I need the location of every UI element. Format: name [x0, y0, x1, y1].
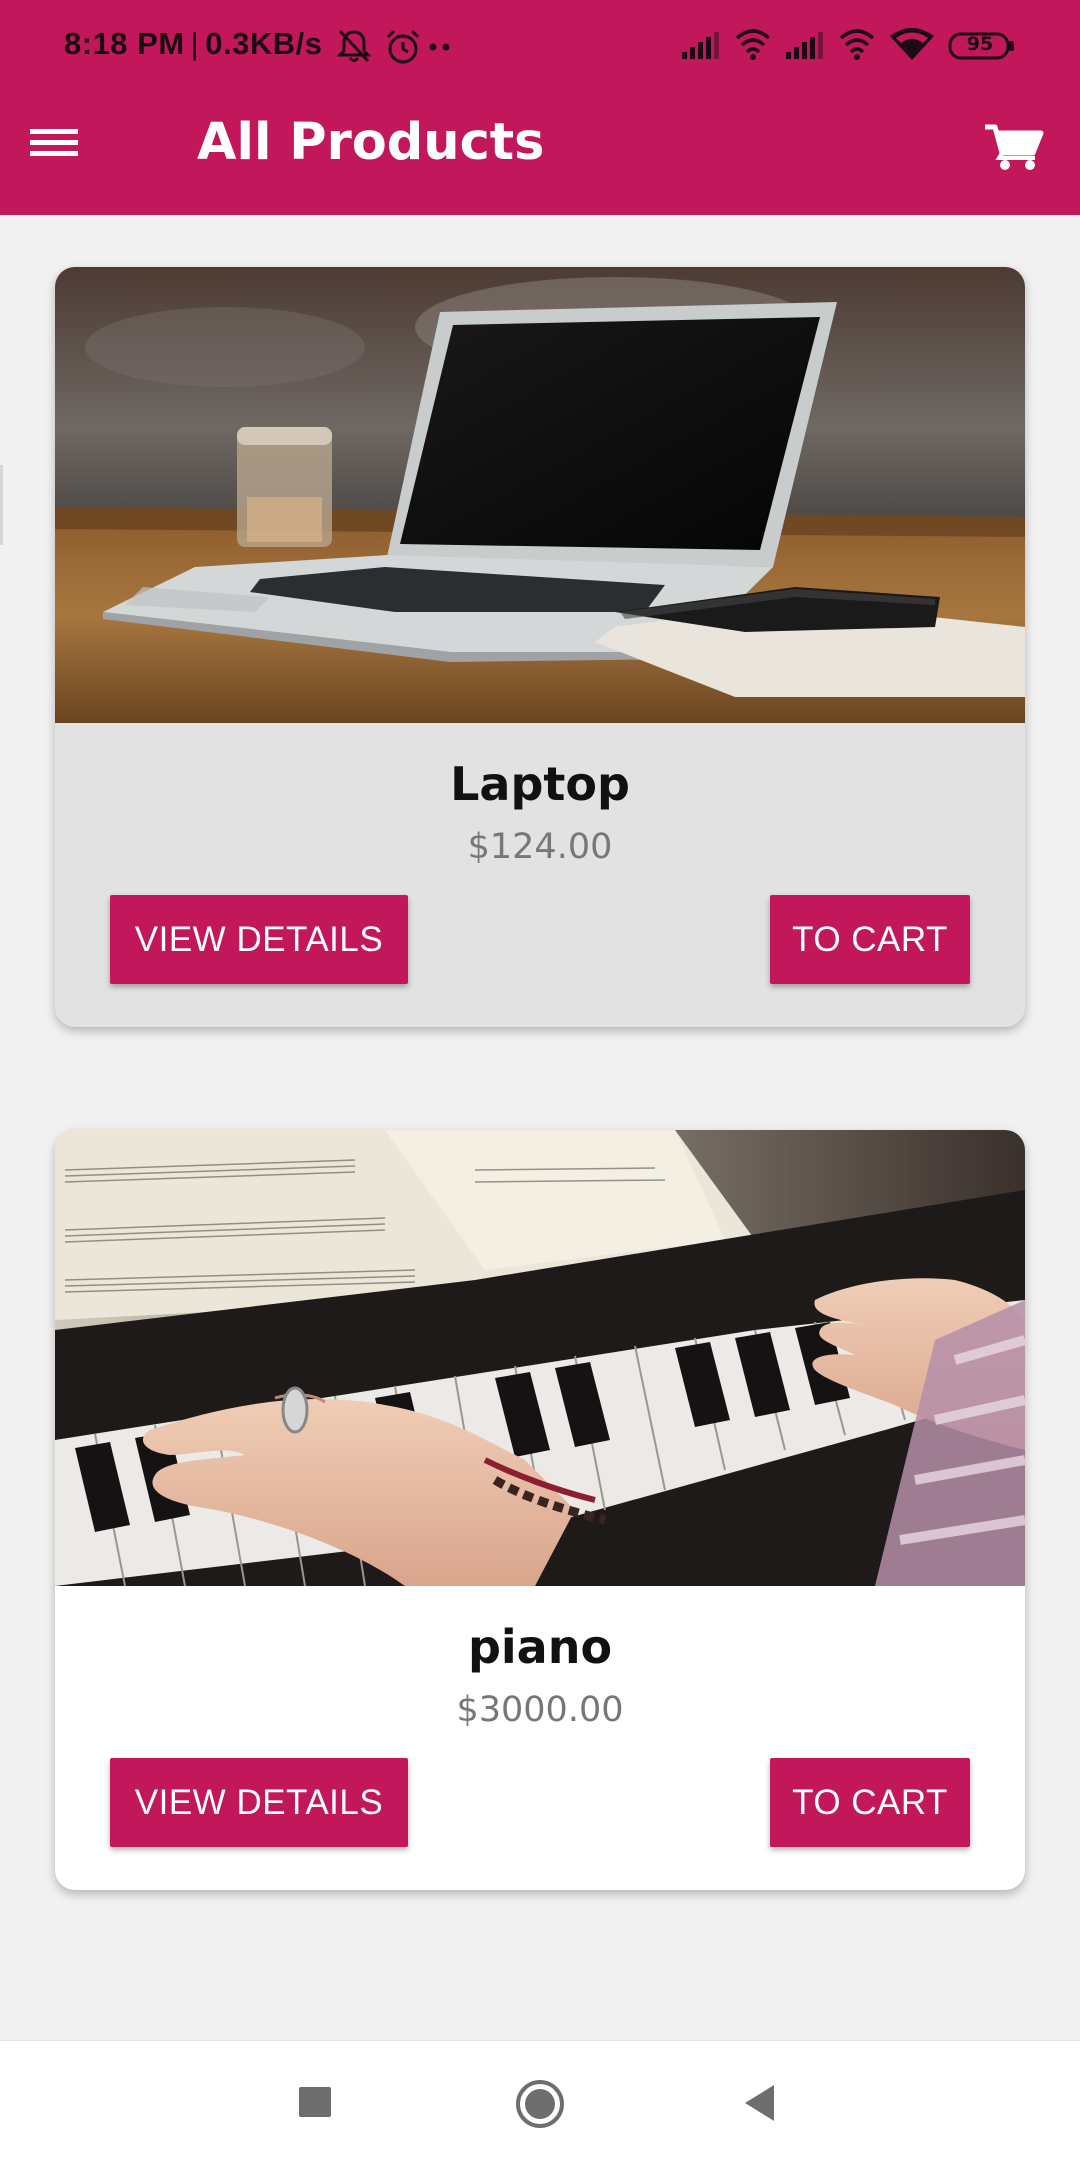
- cart-button[interactable]: [975, 115, 1050, 175]
- product-price: $3000.00: [456, 1690, 624, 1730]
- battery-level: 95: [966, 33, 994, 55]
- signal-icon: [682, 32, 719, 59]
- edge-handle: [0, 465, 3, 545]
- wifi-calling-icon: [839, 29, 875, 60]
- product-card[interactable]: Laptop $124.00 VIEW DETAILS TO CART: [55, 267, 1025, 1027]
- status-clock: 8:18 PM: [64, 26, 185, 61]
- alarm-icon: [386, 29, 420, 64]
- more-dots-icon: [429, 43, 450, 51]
- view-details-button[interactable]: VIEW DETAILS: [110, 895, 408, 984]
- to-cart-button[interactable]: TO CART: [770, 895, 970, 984]
- back-button[interactable]: [738, 2081, 784, 2125]
- recents-button[interactable]: [290, 2083, 340, 2123]
- laptop-photo: [55, 267, 1025, 723]
- toolbar: All Products: [0, 95, 1080, 215]
- view-details-button[interactable]: VIEW DETAILS: [110, 1758, 408, 1847]
- status-separator: |: [190, 26, 200, 61]
- menu-button[interactable]: [20, 111, 90, 171]
- status-time-group: 8:18 PM | 0.3KB/s: [64, 26, 322, 62]
- recents-square-icon: [299, 2087, 331, 2117]
- app-bar: 8:18 PM | 0.3KB/s 95 All Products: [0, 0, 1080, 215]
- bell-off-icon: [337, 29, 371, 63]
- product-name: piano: [467, 1620, 613, 1674]
- to-cart-button[interactable]: TO CART: [770, 1758, 970, 1847]
- cart-icon: [985, 124, 1044, 170]
- page-title: All Products: [197, 113, 545, 172]
- menu-icon: [30, 129, 78, 156]
- product-price: $124.00: [467, 827, 613, 867]
- signal-icon: [786, 32, 823, 59]
- system-nav-bar: [0, 2040, 1080, 2161]
- back-triangle-icon: [745, 2085, 774, 2121]
- status-bar: 8:18 PM | 0.3KB/s 95: [0, 0, 1080, 95]
- home-circle-icon: [516, 2080, 564, 2128]
- piano-photo: [55, 1130, 1025, 1586]
- wifi-calling-icon: [735, 29, 771, 60]
- wifi-icon: [890, 28, 934, 60]
- status-net-speed: 0.3KB/s: [205, 26, 323, 61]
- home-button[interactable]: [512, 2079, 568, 2129]
- product-card[interactable]: piano $3000.00 VIEW DETAILS TO CART: [55, 1130, 1025, 1890]
- product-name: Laptop: [450, 757, 630, 811]
